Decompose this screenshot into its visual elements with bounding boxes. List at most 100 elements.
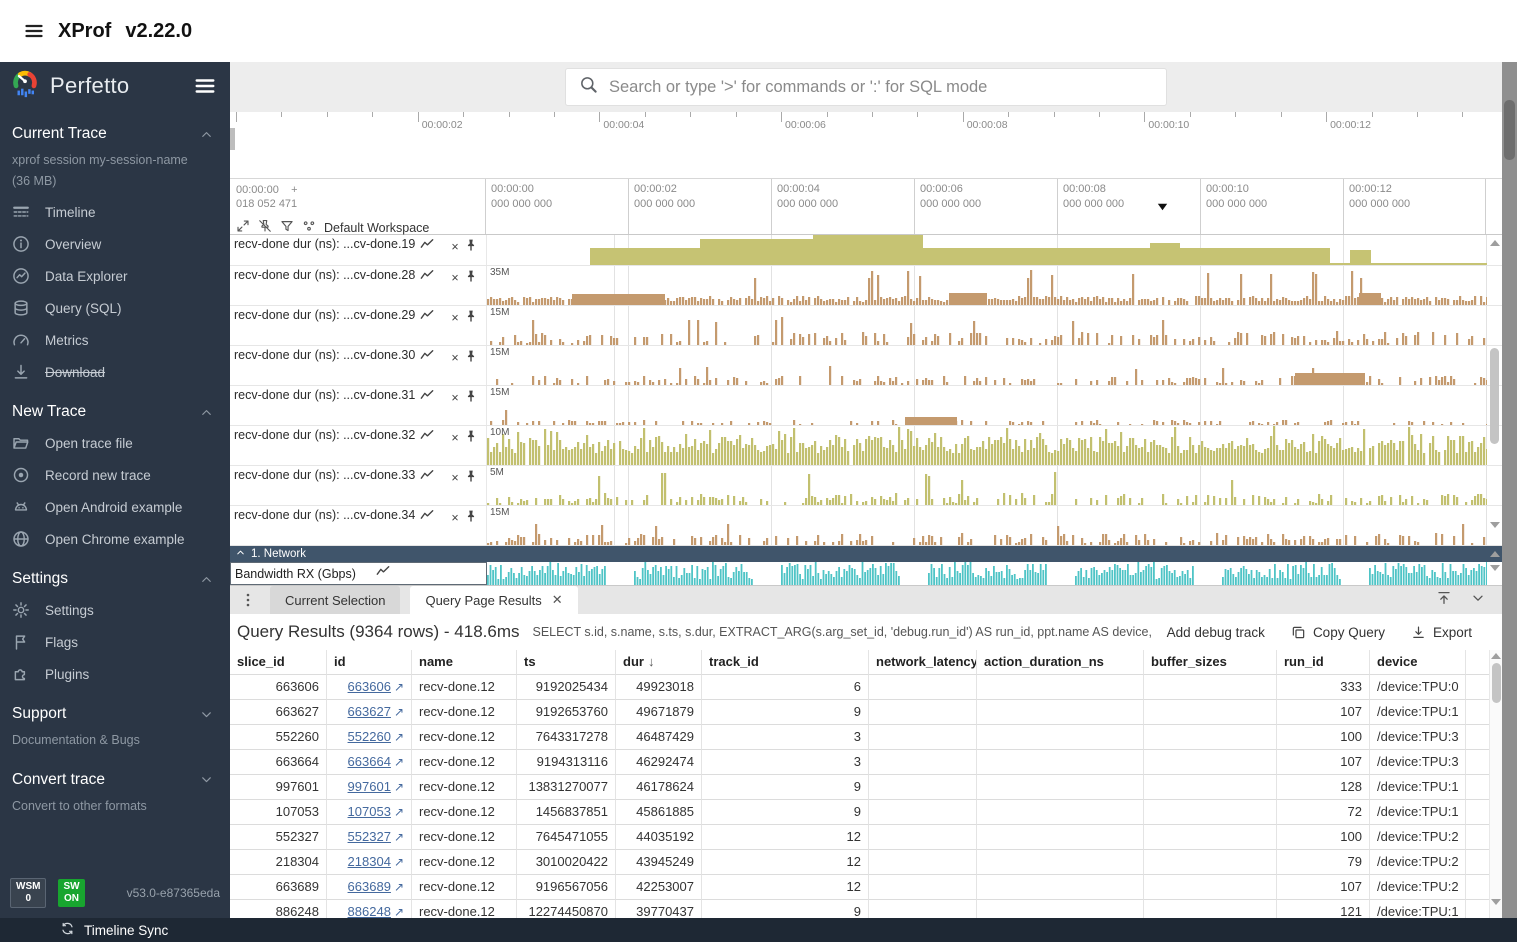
column-header-id[interactable]: id xyxy=(327,650,412,675)
overview-drag-handle[interactable] xyxy=(230,128,235,150)
scroll-up-arrow[interactable] xyxy=(1491,653,1501,659)
column-header-track_id[interactable]: track_id xyxy=(702,650,869,675)
sidebar-item-data-explorer[interactable]: Data Explorer xyxy=(0,260,230,292)
column-header-network_latency_us[interactable]: network_latency_us xyxy=(869,650,977,675)
pin-icon[interactable] xyxy=(464,309,478,323)
table-row[interactable]: 218304218304↗recv-done.12301002042243945… xyxy=(230,850,1490,875)
search-input[interactable] xyxy=(609,78,1153,97)
pin-icon[interactable] xyxy=(464,269,478,283)
bandwidth-plot[interactable] xyxy=(487,562,1502,585)
table-row[interactable]: 663606663606↗recv-done.12919202543449923… xyxy=(230,675,1490,700)
track-plot[interactable]: 5M xyxy=(487,466,1502,505)
open-in-new-icon[interactable]: ↗ xyxy=(394,705,404,719)
network-group-header[interactable]: 1. Network xyxy=(230,546,1502,562)
close-icon[interactable]: ✕ xyxy=(552,592,563,608)
column-header-buffer_sizes[interactable]: buffer_sizes xyxy=(1144,650,1277,675)
scroll-up-arrow[interactable] xyxy=(1490,240,1500,246)
sidebar-item-download[interactable]: Download xyxy=(0,356,230,388)
close-icon[interactable]: undefined× xyxy=(439,509,458,525)
pin-icon[interactable] xyxy=(464,469,478,483)
scroll-down-arrow[interactable] xyxy=(1490,565,1500,571)
scroll-down-arrow[interactable] xyxy=(1491,899,1501,905)
column-header-run_id[interactable]: run_id xyxy=(1277,650,1370,675)
open-in-new-icon[interactable]: ↗ xyxy=(394,830,404,844)
table-row[interactable]: 663664663664↗recv-done.12919431311646292… xyxy=(230,750,1490,775)
id-link[interactable]: 997601 xyxy=(348,779,391,794)
chart-icon[interactable] xyxy=(420,238,434,252)
bandwidth-track-label[interactable]: Bandwidth RX (Gbps) xyxy=(230,562,487,585)
column-header-ts[interactable]: ts xyxy=(517,650,616,675)
sidebar-item-flags[interactable]: Flags xyxy=(0,626,230,658)
tab-query-page-results[interactable]: Query Page Results ✕ xyxy=(410,586,577,614)
table-row[interactable]: 552327552327↗recv-done.12764547105544035… xyxy=(230,825,1490,850)
copy-query-button[interactable]: Copy Query xyxy=(1291,625,1385,640)
id-link[interactable]: 663689 xyxy=(348,879,391,894)
app-menu-button[interactable] xyxy=(24,21,44,41)
sidebar-item-open-android-example[interactable]: Open Android example xyxy=(0,491,230,523)
scroll-up-arrow[interactable] xyxy=(1490,551,1500,557)
add-debug-track-button[interactable]: Add debug track xyxy=(1167,625,1265,640)
sidebar-item-query-sql-[interactable]: Query (SQL) xyxy=(0,292,230,324)
track-plot[interactable]: 15M xyxy=(487,346,1502,385)
section-header-new-trace[interactable]: New Trace xyxy=(0,388,230,427)
sidebar-item-open-trace-file[interactable]: Open trace file xyxy=(0,427,230,459)
close-icon[interactable]: undefined× xyxy=(439,309,458,325)
close-icon[interactable]: undefined× xyxy=(439,389,458,405)
column-header-dur[interactable]: dur↓ xyxy=(616,650,702,675)
sidebar-menu-button[interactable] xyxy=(194,75,216,97)
table-row[interactable]: 997601997601↗recv-done.12138312700774617… xyxy=(230,775,1490,800)
open-in-new-icon[interactable]: ↗ xyxy=(394,905,404,919)
track-plot[interactable]: 10M xyxy=(487,426,1502,465)
scroll-down-arrow[interactable] xyxy=(1490,522,1500,528)
sidebar-item-plugins[interactable]: Plugins xyxy=(0,658,230,690)
pin-icon[interactable] xyxy=(464,238,478,252)
tab-menu-icon[interactable] xyxy=(240,592,256,608)
table-scrollbar[interactable] xyxy=(1489,650,1502,918)
window-scrollbar[interactable] xyxy=(1502,62,1517,918)
sidebar-item-record-new-trace[interactable]: Record new trace xyxy=(0,459,230,491)
column-header-action_duration_ns[interactable]: action_duration_ns xyxy=(977,650,1144,675)
id-link[interactable]: 552260 xyxy=(348,729,391,744)
timeline-sync-button[interactable]: Timeline Sync xyxy=(84,923,168,938)
column-header-name[interactable]: name xyxy=(412,650,517,675)
chart-icon[interactable] xyxy=(420,309,434,323)
sidebar-item-metrics[interactable]: Metrics xyxy=(0,324,230,356)
workspace-label[interactable]: Default Workspace xyxy=(324,221,429,235)
column-header-device[interactable]: device xyxy=(1370,650,1466,675)
track-scrollbar[interactable] xyxy=(1488,237,1501,540)
tab-current-selection[interactable]: Current Selection xyxy=(270,586,400,614)
id-link[interactable]: 663627 xyxy=(348,704,391,719)
open-in-new-icon[interactable]: ↗ xyxy=(394,680,404,694)
pin-icon[interactable] xyxy=(464,509,478,523)
close-icon[interactable]: undefined× xyxy=(439,238,458,254)
chevron-down-icon[interactable] xyxy=(1470,590,1486,611)
id-link[interactable]: 107053 xyxy=(348,804,391,819)
section-header-current-trace[interactable]: Current Trace xyxy=(0,110,230,149)
close-icon[interactable]: undefined× xyxy=(439,469,458,485)
open-in-new-icon[interactable]: ↗ xyxy=(394,880,404,894)
omnibox[interactable] xyxy=(565,68,1167,106)
open-in-new-icon[interactable]: ↗ xyxy=(394,780,404,794)
pin-icon[interactable] xyxy=(464,349,478,363)
close-icon[interactable]: undefined× xyxy=(439,429,458,445)
chart-icon[interactable] xyxy=(420,349,434,363)
table-scrollbar-thumb[interactable] xyxy=(1492,663,1501,703)
sidebar-item-open-chrome-example[interactable]: Open Chrome example xyxy=(0,523,230,555)
export-button[interactable]: Export xyxy=(1411,625,1472,640)
table-row[interactable]: 663627663627↗recv-done.12919265376049671… xyxy=(230,700,1490,725)
sidebar-item-overview[interactable]: Overview xyxy=(0,228,230,260)
section-header-convert-trace[interactable]: Convert trace xyxy=(0,756,230,795)
network-scrollbar[interactable] xyxy=(1488,548,1501,584)
chart-icon[interactable] xyxy=(420,269,434,283)
open-in-new-icon[interactable]: ↗ xyxy=(394,755,404,769)
track-plot[interactable]: 15M xyxy=(487,386,1502,425)
track-plot[interactable]: 15M xyxy=(487,506,1502,545)
close-icon[interactable]: undefined× xyxy=(439,349,458,365)
table-row[interactable]: 107053107053↗recv-done.12145683785145861… xyxy=(230,800,1490,825)
id-link[interactable]: 552327 xyxy=(348,829,391,844)
close-icon[interactable]: undefined× xyxy=(439,269,458,285)
open-in-new-icon[interactable]: ↗ xyxy=(394,805,404,819)
table-row[interactable]: 663689663689↗recv-done.12919656705642253… xyxy=(230,875,1490,900)
table-row[interactable]: 552260552260↗recv-done.12764331727846487… xyxy=(230,725,1490,750)
track-plot[interactable]: 15M xyxy=(487,306,1502,345)
